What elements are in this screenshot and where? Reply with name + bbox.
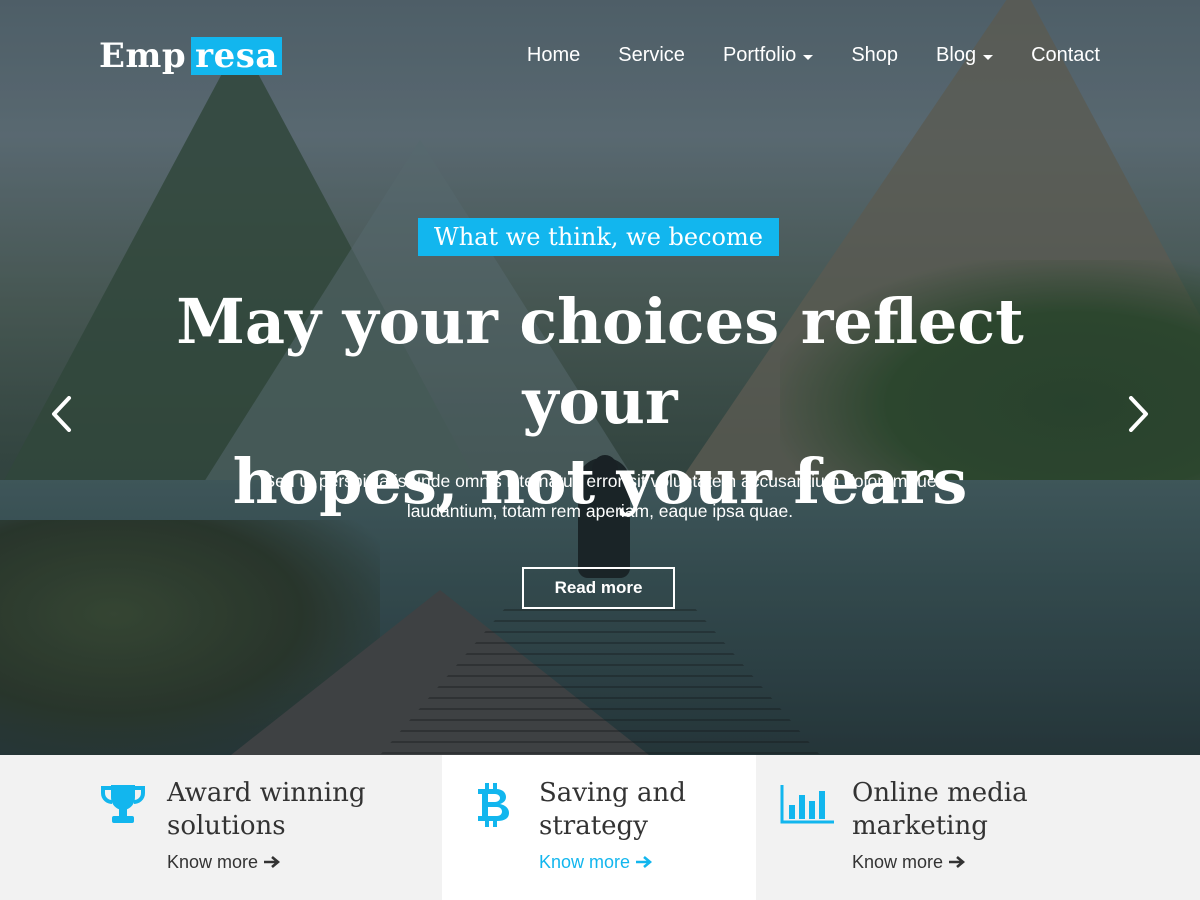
caret-down-icon — [803, 54, 814, 60]
know-more-label: Know more — [539, 852, 631, 872]
hero-subtext: Sed ut perspiciatis unde omnis iste natu… — [200, 466, 1000, 526]
feature-title-line-1: Award winning — [167, 778, 366, 808]
nav-shop[interactable]: Shop — [851, 44, 898, 67]
feature-title-line-1: Saving and — [539, 778, 686, 808]
know-more-link[interactable]: Know more — [539, 852, 653, 873]
read-more-button[interactable]: Read more — [522, 567, 675, 609]
feature-card-award[interactable]: Award winning solutions Know more — [0, 755, 442, 900]
bitcoin-icon — [476, 783, 512, 831]
nav-home-label: Home — [526, 44, 581, 66]
feature-title-line-2: marketing — [852, 811, 988, 841]
logo-text-part2: resa — [191, 37, 282, 75]
nav-blog[interactable]: Blog — [936, 44, 994, 67]
nav-service-label: Service — [618, 44, 685, 66]
feature-title: Award winning solutions — [167, 777, 365, 843]
feature-title-line-2: strategy — [539, 811, 648, 841]
hero-tagline: What we think, we become — [418, 218, 779, 256]
subtext-line-1: Sed ut perspiciatis unde omnis iste natu… — [263, 471, 937, 491]
nav-contact-label: Contact — [1031, 44, 1100, 66]
know-more-label: Know more — [852, 852, 944, 872]
nav-blog-label: Blog — [936, 44, 977, 66]
arrow-right-icon — [636, 852, 653, 873]
know-more-link[interactable]: Know more — [852, 852, 966, 873]
headline-line-1: May your choices reflect your — [176, 285, 1024, 438]
know-more-label: Know more — [167, 852, 259, 872]
nav-service[interactable]: Service — [618, 44, 685, 67]
feature-title-line-2: solutions — [167, 811, 286, 841]
nav-contact[interactable]: Contact — [1031, 44, 1100, 67]
arrow-right-icon — [949, 852, 966, 873]
site-logo[interactable]: Emp resa — [99, 36, 282, 76]
feature-card-marketing[interactable]: Online media marketing Know more — [756, 755, 1200, 900]
arrow-right-icon — [264, 852, 281, 873]
nav-portfolio[interactable]: Portfolio — [722, 44, 814, 67]
caret-down-icon — [983, 54, 994, 60]
know-more-link[interactable]: Know more — [167, 852, 281, 873]
features-section: Award winning solutions Know more Saving… — [0, 755, 1200, 900]
logo-text-part1: Emp — [99, 36, 187, 76]
feature-title: Saving and strategy — [539, 777, 686, 843]
feature-title-line-1: Online media — [852, 778, 1028, 808]
chevron-left-icon[interactable] — [50, 396, 72, 432]
feature-card-saving[interactable]: Saving and strategy Know more — [442, 755, 756, 900]
subtext-line-2: laudantium, totam rem aperiam, eaque ips… — [406, 501, 794, 521]
nav-portfolio-label: Portfolio — [722, 44, 797, 66]
nav-home[interactable]: Home — [527, 44, 580, 67]
nav-shop-label: Shop — [851, 44, 899, 66]
main-nav: Home Service Portfolio Shop Blog Contact — [489, 44, 1100, 67]
bar-chart-icon — [780, 783, 836, 829]
chevron-right-icon[interactable] — [1128, 396, 1150, 432]
trophy-icon — [99, 783, 147, 829]
feature-title: Online media marketing — [852, 777, 1028, 843]
